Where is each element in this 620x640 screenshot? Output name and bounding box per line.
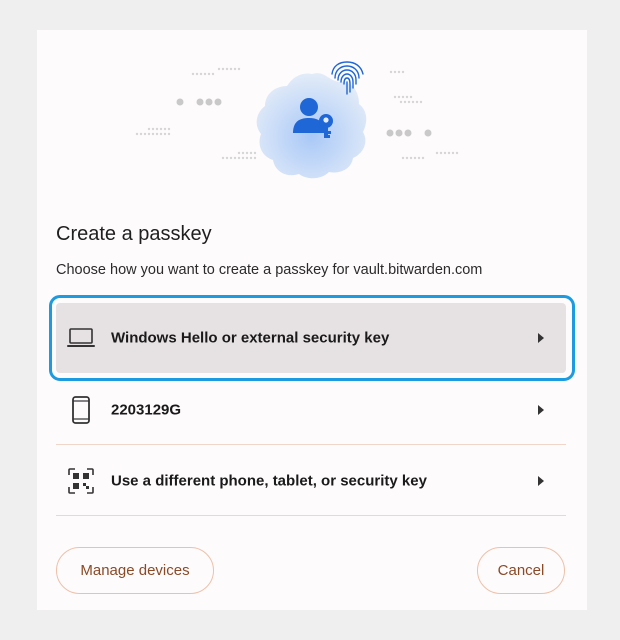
option-different-device[interactable]: Use a different phone, tablet, or securi… <box>56 446 566 516</box>
phone-icon <box>66 395 96 425</box>
passkey-illustration <box>135 61 459 179</box>
option-label: Windows Hello or external security key <box>111 329 390 347</box>
dialog-subtitle: Choose how you want to create a passkey … <box>56 262 483 278</box>
option-phone-device[interactable]: 2203129G <box>56 375 566 445</box>
decorative-dots-left <box>135 67 257 160</box>
passkey-dialog: Create a passkey Choose how you want to … <box>37 30 587 610</box>
manage-devices-button[interactable]: Manage devices <box>56 547 214 594</box>
option-label: Use a different phone, tablet, or securi… <box>111 472 427 489</box>
cancel-button[interactable]: Cancel <box>477 547 565 594</box>
chevron-right-icon <box>538 333 544 343</box>
chevron-right-icon <box>538 475 544 486</box>
chevron-right-icon <box>538 404 544 415</box>
laptop-icon <box>66 323 96 353</box>
qr-code-icon <box>66 466 96 496</box>
decorative-dots-right <box>386 70 459 160</box>
option-windows-hello[interactable]: Windows Hello or external security key <box>56 303 566 373</box>
option-label: 2203129G <box>111 401 182 418</box>
dialog-title: Create a passkey <box>56 223 212 245</box>
